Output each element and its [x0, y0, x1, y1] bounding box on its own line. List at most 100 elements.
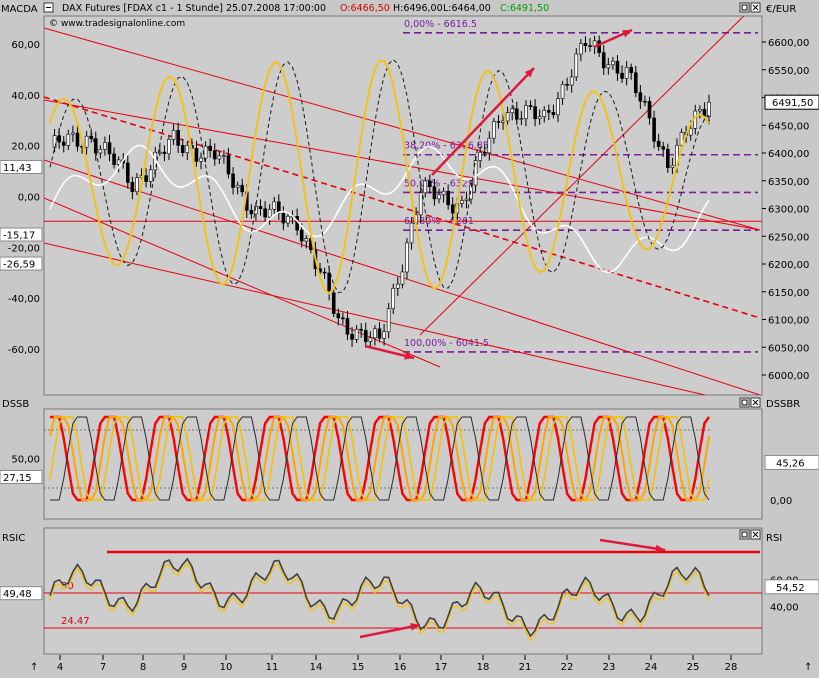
candle-body: [144, 175, 148, 182]
candle-body: [661, 146, 666, 150]
rsi-maximize-icon[interactable]: [739, 529, 750, 540]
candle-body: [597, 40, 601, 53]
x-tick-label: 21: [519, 662, 532, 673]
macd-tick-label: 0,00: [18, 193, 40, 204]
x-tick-label: 10: [220, 662, 233, 673]
candle-body: [501, 120, 505, 123]
candle-body: [345, 318, 350, 335]
left-panel-label: MACDA: [1, 4, 38, 15]
dssb-value-marker-text: 27,15: [3, 473, 32, 484]
candle-body: [199, 157, 203, 162]
x-tick-label: 23: [603, 662, 616, 673]
candle-body: [450, 204, 455, 214]
candle-body: [524, 105, 528, 120]
price-tick-label: 6200,00: [768, 260, 809, 271]
candle-body: [698, 108, 702, 112]
candle-body: [437, 194, 441, 200]
candle-body: [61, 141, 66, 146]
candle-body: [505, 112, 510, 122]
header-open: O:6466,50: [340, 3, 390, 14]
candle-body: [135, 177, 139, 193]
candle-body: [611, 60, 615, 66]
candle-body: [212, 150, 217, 160]
candle-body: [258, 206, 263, 209]
scroll-up-icon: ↑: [30, 662, 38, 673]
price-tick-label: 6150,00: [768, 288, 809, 299]
candle-body: [373, 328, 377, 339]
candle-body: [171, 130, 176, 140]
candle-body: [565, 83, 569, 86]
candle-body: [579, 43, 583, 55]
price-tick-label: 6300,00: [768, 205, 809, 216]
candle-body: [574, 53, 579, 78]
price-tick-label: 6400,00: [768, 149, 809, 160]
macd-tick-label: 40,00: [11, 91, 40, 102]
x-tick-label: 22: [561, 662, 574, 673]
rsi-level-low-label: 24.47: [61, 616, 90, 627]
candle-body: [620, 72, 624, 79]
candle-body: [235, 184, 240, 188]
price-tick-label: 6350,00: [768, 177, 809, 188]
candle-body: [84, 135, 89, 148]
maximize-icon[interactable]: [739, 2, 750, 13]
candle-body: [441, 190, 446, 196]
macd-value-marker-text: 11,43: [3, 163, 32, 174]
last-price-text: 6491,50: [772, 98, 813, 109]
candle-body: [217, 155, 222, 160]
candle-body: [272, 201, 277, 210]
rsi-left-label: RSIC: [2, 533, 25, 544]
candle-body: [75, 132, 80, 147]
candle-body: [688, 127, 693, 136]
dssb-left-label: DSSB: [2, 399, 29, 410]
candle-body: [666, 148, 670, 168]
candle-body: [226, 155, 231, 175]
header-close: C:6491,50: [500, 3, 549, 14]
candle-body: [432, 186, 437, 200]
candle-body: [542, 110, 547, 118]
candle-body: [647, 100, 652, 119]
chart-svg: DAX Futures [FDAX c1 - 1 Stunde] 25.07.2…: [0, 2, 819, 673]
candle-body: [510, 108, 515, 113]
candle-body: [638, 92, 643, 102]
candle-body: [606, 64, 611, 69]
close-icon[interactable]: [750, 2, 761, 13]
macd-tick-label: 20,00: [11, 142, 40, 153]
candle-body: [482, 152, 487, 154]
candle-body: [299, 229, 304, 242]
candle-body: [643, 100, 647, 103]
candle-body: [460, 200, 464, 204]
candle-body: [281, 213, 286, 224]
dssb-close-icon[interactable]: [750, 397, 761, 408]
candle-body: [162, 151, 167, 155]
dssbr-tick-label: 0,00: [770, 496, 792, 507]
x-tick-label: 8: [140, 662, 146, 673]
candle-body: [286, 215, 290, 224]
candle-body: [263, 208, 267, 218]
candle-body: [107, 142, 112, 155]
x-tick-label: 17: [435, 662, 448, 673]
fib-label: 50,00% - 6329: [404, 178, 474, 189]
dssb-plot-area[interactable]: [43, 408, 763, 520]
candle-body: [569, 76, 574, 86]
x-tick-label: 28: [725, 662, 738, 673]
price-plot-area[interactable]: [43, 15, 763, 396]
rsi-close-icon[interactable]: [750, 529, 761, 540]
candle-body: [514, 108, 519, 120]
candle-body: [336, 313, 341, 319]
candle-body: [222, 155, 226, 157]
candle-body: [615, 60, 620, 74]
fib-label: 0,00% - 6616.5: [404, 19, 477, 30]
dssbr-value-marker-text: 45,26: [776, 458, 805, 469]
candle-body: [322, 271, 327, 274]
dssb-maximize-icon[interactable]: [739, 397, 750, 408]
candle-body: [624, 67, 629, 79]
collapse-icon[interactable]: [43, 2, 54, 13]
header-high: H:6496,00: [393, 3, 443, 14]
candle-body: [386, 308, 391, 333]
candle-body: [125, 162, 130, 183]
x-tick-label: 24: [645, 662, 658, 673]
x-tick-label: 25: [687, 662, 700, 673]
candle-body: [391, 288, 396, 310]
macd-tick-label: -20,00: [8, 243, 40, 254]
candle-body: [396, 283, 400, 289]
